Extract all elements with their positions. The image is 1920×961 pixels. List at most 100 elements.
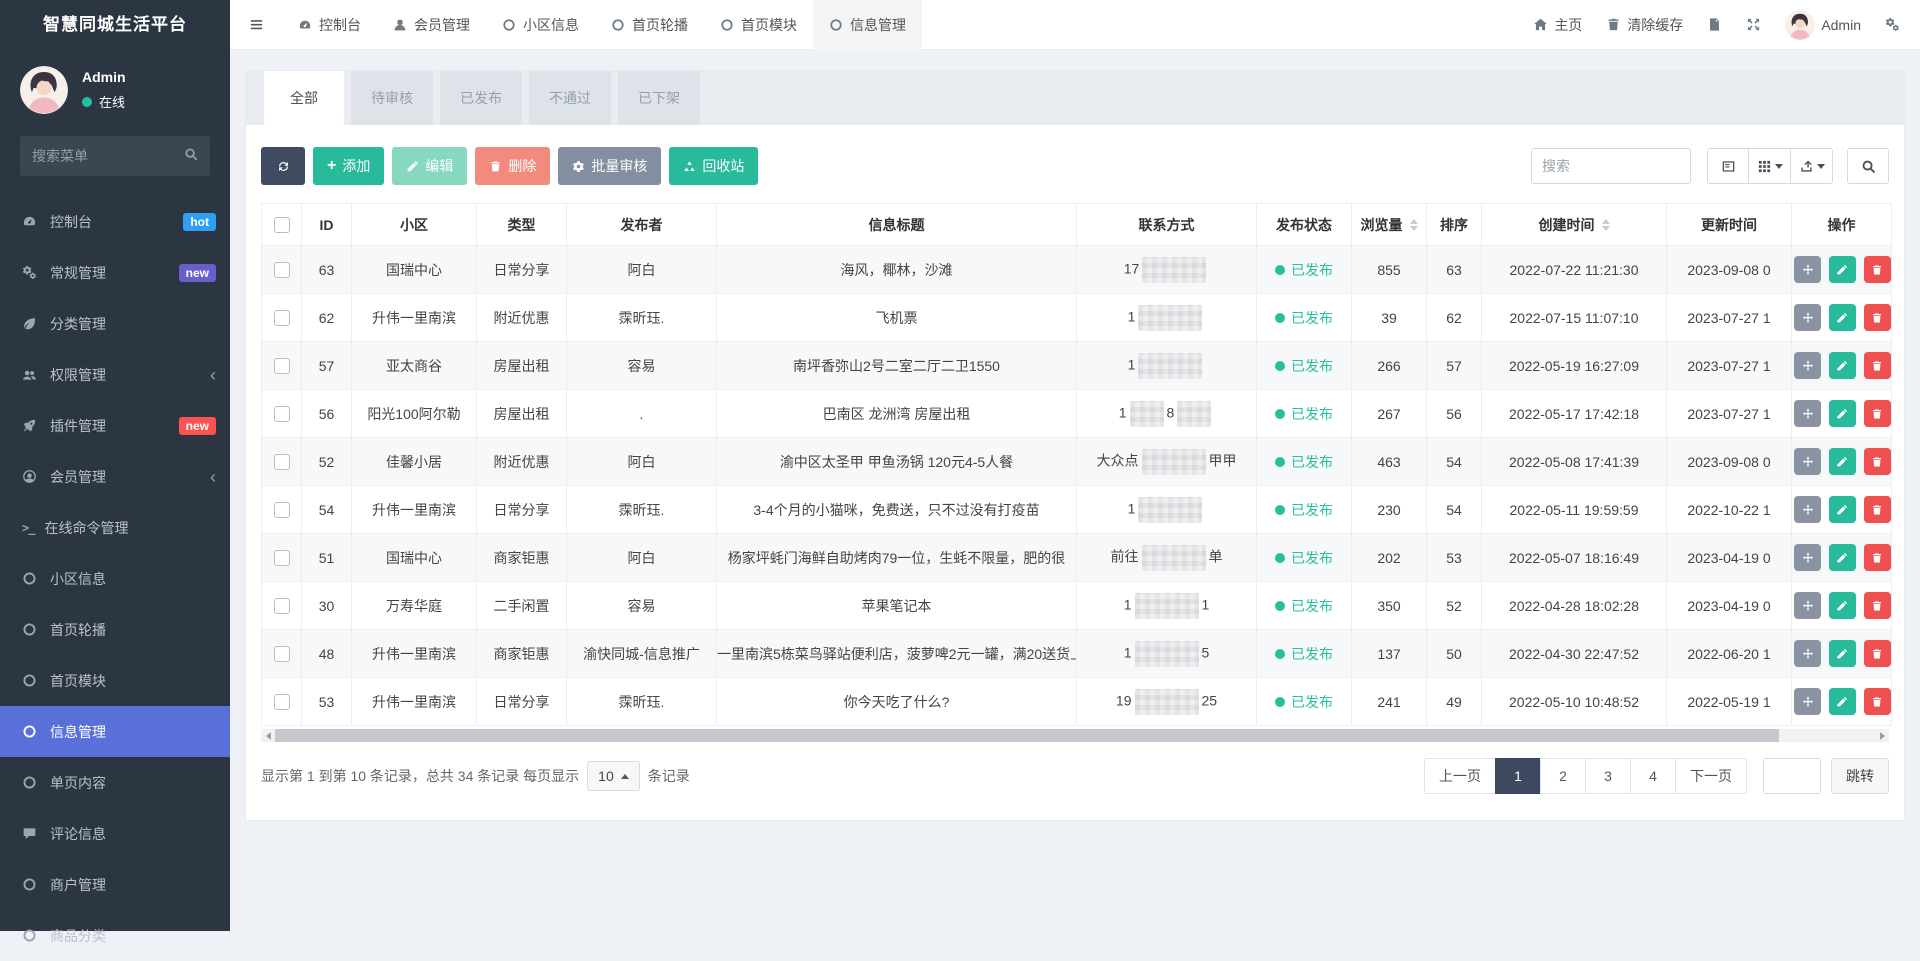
col-created[interactable]: 创建时间 (1482, 204, 1667, 246)
row-delete-button[interactable] (1864, 352, 1891, 379)
scrollbar-thumb[interactable] (275, 729, 1779, 742)
detail-view-button[interactable] (1707, 148, 1749, 184)
row-checkbox[interactable] (274, 550, 290, 566)
sidebar-item-gauge[interactable]: 控制台 hot (0, 196, 230, 247)
topnav-tab-首页模块[interactable]: 首页模块 (704, 0, 813, 50)
row-delete-button[interactable] (1864, 544, 1891, 571)
delete-button[interactable]: 删除 (475, 147, 550, 185)
row-move-button[interactable] (1794, 400, 1821, 427)
row-delete-button[interactable] (1864, 592, 1891, 619)
row-move-button[interactable] (1794, 496, 1821, 523)
scroll-left-arrow[interactable] (261, 729, 275, 742)
page-jump-input[interactable] (1763, 758, 1821, 794)
sidebar-item-首页模块[interactable]: 首页模块 (0, 655, 230, 706)
user-avatar[interactable] (20, 66, 68, 114)
row-edit-button[interactable] (1829, 352, 1856, 379)
sidebar-item-user-circle[interactable]: 会员管理 ‹ (0, 451, 230, 502)
row-move-button[interactable] (1794, 544, 1821, 571)
filter-tab-全部[interactable]: 全部 (264, 71, 344, 125)
row-delete-button[interactable] (1864, 448, 1891, 475)
sidebar-item-rocket[interactable]: 插件管理 new (0, 400, 230, 451)
sidebar-item-首页轮播[interactable]: 首页轮播 (0, 604, 230, 655)
row-edit-button[interactable] (1829, 592, 1856, 619)
sidebar-item-单页内容[interactable]: 单页内容 (0, 757, 230, 808)
settings-gear-icon[interactable] (1885, 17, 1900, 32)
row-move-button[interactable] (1794, 256, 1821, 283)
search-toggle-button[interactable] (1847, 148, 1889, 184)
row-checkbox[interactable] (274, 454, 290, 470)
sidebar-item-小区信息[interactable]: 小区信息 (0, 553, 230, 604)
row-edit-button[interactable] (1829, 688, 1856, 715)
row-checkbox[interactable] (274, 358, 290, 374)
row-checkbox[interactable] (274, 694, 290, 710)
page-button-2[interactable]: 2 (1540, 758, 1586, 794)
recycle-bin-button[interactable]: 回收站 (669, 147, 758, 185)
sidebar-item-comment[interactable]: 评论信息 (0, 808, 230, 859)
row-delete-button[interactable] (1864, 496, 1891, 523)
row-edit-button[interactable] (1829, 544, 1856, 571)
user-menu[interactable]: Admin (1785, 10, 1861, 40)
refresh-button[interactable] (261, 147, 305, 185)
menu-search-input[interactable] (20, 136, 210, 176)
topnav-tab-控制台[interactable]: 控制台 (282, 0, 377, 50)
filter-tab-待审核[interactable]: 待审核 (351, 71, 433, 125)
filter-tab-不通过[interactable]: 不通过 (529, 71, 611, 125)
columns-button[interactable] (1749, 148, 1791, 184)
row-delete-button[interactable] (1864, 304, 1891, 331)
page-button-1[interactable]: 1 (1495, 758, 1541, 794)
sidebar-item-users[interactable]: 权限管理 ‹ (0, 349, 230, 400)
language-icon[interactable] (1707, 17, 1722, 32)
row-edit-button[interactable] (1829, 640, 1856, 667)
table-search-input[interactable] (1531, 148, 1691, 184)
row-checkbox[interactable] (274, 262, 290, 278)
col-views[interactable]: 浏览量 (1352, 204, 1427, 246)
row-edit-button[interactable] (1829, 448, 1856, 475)
row-edit-button[interactable] (1829, 496, 1856, 523)
select-all-checkbox[interactable] (274, 217, 290, 233)
page-button-3[interactable]: 3 (1585, 758, 1631, 794)
row-move-button[interactable] (1794, 304, 1821, 331)
row-move-button[interactable] (1794, 688, 1821, 715)
scroll-right-arrow[interactable] (1875, 729, 1889, 742)
row-checkbox[interactable] (274, 646, 290, 662)
sidebar-item-leaf[interactable]: 分类管理 (0, 298, 230, 349)
row-edit-button[interactable] (1829, 256, 1856, 283)
sidebar-item-信息管理[interactable]: 信息管理 (0, 706, 230, 757)
row-checkbox[interactable] (274, 310, 290, 326)
sidebar-item-cogs[interactable]: 常规管理 new (0, 247, 230, 298)
add-button[interactable]: + 添加 (313, 147, 384, 185)
row-edit-button[interactable] (1829, 304, 1856, 331)
filter-tab-已发布[interactable]: 已发布 (440, 71, 522, 125)
page-button-上一页[interactable]: 上一页 (1424, 758, 1496, 794)
batch-audit-button[interactable]: 批量审核 (558, 147, 661, 185)
row-move-button[interactable] (1794, 352, 1821, 379)
row-delete-button[interactable] (1864, 688, 1891, 715)
hamburger-menu-icon[interactable] (230, 0, 282, 50)
page-button-下一页[interactable]: 下一页 (1675, 758, 1747, 794)
topnav-tab-首页轮播[interactable]: 首页轮播 (595, 0, 704, 50)
export-button[interactable] (1791, 148, 1833, 184)
sidebar-item-商户管理[interactable]: 商户管理 (0, 859, 230, 910)
page-jump-button[interactable]: 跳转 (1831, 758, 1889, 794)
sidebar-item-terminal[interactable]: >_ 在线命令管理 (0, 502, 230, 553)
topnav-tab-信息管理[interactable]: 信息管理 (813, 0, 922, 50)
row-edit-button[interactable] (1829, 400, 1856, 427)
row-delete-button[interactable] (1864, 640, 1891, 667)
topnav-tab-会员管理[interactable]: 会员管理 (377, 0, 486, 50)
row-move-button[interactable] (1794, 592, 1821, 619)
home-link[interactable]: 主页 (1533, 15, 1582, 35)
row-checkbox[interactable] (274, 406, 290, 422)
filter-tab-已下架[interactable]: 已下架 (618, 71, 700, 125)
row-delete-button[interactable] (1864, 400, 1891, 427)
row-checkbox[interactable] (274, 502, 290, 518)
clear-cache-button[interactable]: 清除缓存 (1606, 15, 1683, 35)
page-size-select[interactable]: 10 (587, 761, 640, 791)
row-move-button[interactable] (1794, 448, 1821, 475)
row-delete-button[interactable] (1864, 256, 1891, 283)
topnav-tab-小区信息[interactable]: 小区信息 (486, 0, 595, 50)
page-button-4[interactable]: 4 (1630, 758, 1676, 794)
row-move-button[interactable] (1794, 640, 1821, 667)
fullscreen-icon[interactable] (1746, 17, 1761, 32)
row-checkbox[interactable] (274, 598, 290, 614)
sidebar-item-商品分类[interactable]: 商品分类 (0, 910, 230, 961)
